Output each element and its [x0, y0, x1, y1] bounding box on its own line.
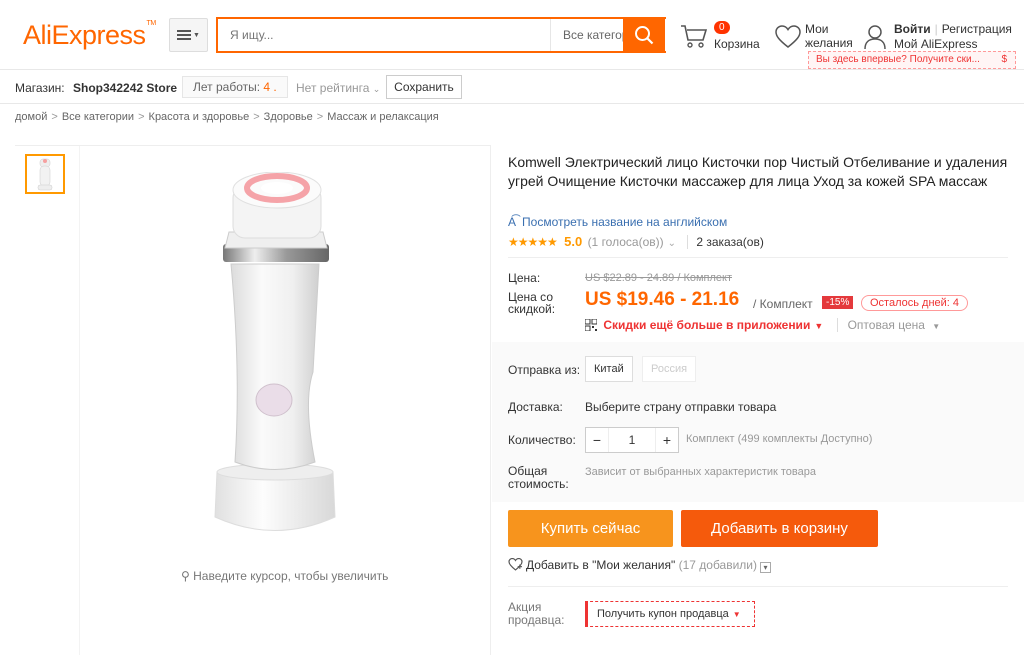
- menu-icon: [177, 30, 192, 40]
- breadcrumb: домой > Все категории > Красота и здоровье > З…: [15, 111, 439, 123]
- product-thumbnail-image: [37, 158, 53, 191]
- chevron-down-icon: ▼: [193, 31, 200, 39]
- zoom-icon: ⚲: [181, 569, 190, 583]
- search-bar: Все категории⌄: [216, 17, 666, 53]
- wishlist-label-line1: Мои: [805, 22, 829, 36]
- delivery-value: Выберите страну отправки товара: [585, 400, 777, 414]
- app-deal-link[interactable]: Скидки ещё больше в приложении: [603, 318, 810, 332]
- qr-code-icon: [584, 318, 598, 332]
- quantity-decrease-button[interactable]: −: [586, 428, 608, 452]
- discount-badge: -15%: [822, 296, 854, 309]
- total-price-label: Общая стоимость:: [508, 464, 569, 491]
- categories-menu-button[interactable]: ▼: [169, 18, 208, 52]
- breadcrumb-health[interactable]: Здоровье: [264, 111, 313, 123]
- register-link[interactable]: Регистрация: [942, 22, 1012, 36]
- wholesale-price-link[interactable]: Оптовая цена ▼: [836, 318, 941, 332]
- get-seller-coupon-button[interactable]: Получить купон продавца ▼: [585, 601, 755, 627]
- wishlist-label-line2: желания: [805, 36, 853, 50]
- orders-count: 2 заказа(ов): [687, 235, 764, 249]
- chevron-down-icon[interactable]: ▾: [760, 562, 771, 573]
- product-details: Komwell Электрический лицо Кисточки пор …: [492, 145, 1024, 655]
- cart-label: Корзина: [714, 37, 760, 51]
- product-thumbnail[interactable]: [25, 154, 65, 194]
- rating-votes-link[interactable]: (1 голоса(ов)): [588, 235, 664, 249]
- app-deal-row: Скидки ещё больше в приложении ▼ Оптовая …: [584, 318, 941, 332]
- add-to-wishlist-row: Добавить в "Мои желания" (17 добавили) ▾: [508, 557, 771, 574]
- my-aliexpress-link[interactable]: Мой AliExpress: [894, 37, 978, 51]
- chevron-down-icon: ▼: [732, 610, 741, 619]
- store-years-badge: Лет работы: 4 .: [182, 76, 288, 98]
- heart-icon: [508, 557, 523, 574]
- price-label: Цена:: [508, 271, 541, 285]
- add-to-wishlist-link[interactable]: Добавить в "Мои желания": [526, 558, 675, 572]
- add-to-cart-button[interactable]: Добавить в корзину: [681, 510, 878, 547]
- account-area: Войти | Регистрация Мой AliExpress: [863, 22, 1023, 52]
- delivery-label: Доставка:: [508, 400, 563, 414]
- days-left-badge: Осталось дней: 4: [861, 295, 969, 311]
- wishlist-count: (17 добавили): [678, 558, 757, 572]
- breadcrumb-beauty-health[interactable]: Красота и здоровье: [149, 111, 250, 123]
- divider: [508, 257, 1008, 258]
- discount-price-label: Цена со скидкой:: [508, 290, 556, 316]
- discount-price: US $19.46 - 21.16: [585, 289, 740, 310]
- stock-info: Комплект (499 комплекты Доступно): [686, 433, 873, 445]
- original-price: US $22.89 - 24.89 / Комплект: [585, 272, 733, 284]
- translate-title-link[interactable]: A͡ Посмотреть название на английском: [508, 215, 727, 229]
- store-label: Магазин:: [15, 81, 65, 95]
- search-icon: [635, 26, 654, 45]
- product-main-image[interactable]: [195, 172, 355, 552]
- product-gallery: ⚲ Наведите курсор, чтобы увеличить: [15, 145, 491, 655]
- rating-row: ★★★★★ 5.0 (1 голоса(ов)) ⌄ 2 заказа(ов): [508, 234, 764, 249]
- chevron-down-icon: ▼: [814, 321, 824, 331]
- heart-icon: [775, 25, 801, 48]
- chevron-down-icon: ⌄: [667, 238, 677, 249]
- chevron-down-icon: ⌄: [372, 84, 381, 94]
- breadcrumb-massage[interactable]: Массаж и релаксация: [327, 111, 439, 123]
- quantity-input[interactable]: 1: [608, 428, 656, 452]
- breadcrumb-home[interactable]: домой: [15, 111, 47, 123]
- star-rating: ★★★★★: [508, 235, 558, 249]
- product-title: Komwell Электрический лицо Кисточки пор …: [508, 154, 1008, 189]
- chevron-down-icon: ▼: [932, 322, 941, 331]
- seller-promo-label: Акция продавца:: [508, 600, 565, 627]
- new-user-promo-tip[interactable]: Вы здесь впервые? Получите ски... $: [808, 51, 1016, 69]
- quantity-label: Количество:: [508, 433, 576, 447]
- ship-from-option-china[interactable]: Китай: [585, 356, 633, 382]
- rating-score: 5.0: [564, 234, 583, 249]
- ship-from-label: Отправка из:: [508, 363, 581, 377]
- zoom-hint: ⚲ Наведите курсор, чтобы увеличить: [181, 569, 389, 583]
- dollar-icon: $: [1001, 54, 1007, 65]
- search-button[interactable]: [623, 17, 665, 53]
- price-unit: / Комплект: [753, 297, 813, 311]
- save-store-button[interactable]: Сохранить: [386, 75, 462, 99]
- ship-from-option-russia[interactable]: Россия: [642, 356, 697, 382]
- translate-icon: A͡: [508, 215, 517, 229]
- aliexpress-logo[interactable]: AliExpressTM: [23, 20, 156, 51]
- user-icon: [864, 25, 886, 50]
- search-input[interactable]: [218, 19, 550, 51]
- total-price-value: Зависит от выбранных характеристик товар…: [585, 466, 816, 478]
- quantity-increase-button[interactable]: +: [656, 428, 678, 452]
- site-header: AliExpressTM ▼ Все категории⌄ 0 Корзина …: [0, 0, 1024, 70]
- signin-link[interactable]: Войти: [894, 22, 931, 36]
- cart-link[interactable]: 0 Корзина: [680, 20, 770, 52]
- divider: [508, 586, 1008, 587]
- cart-icon: [681, 25, 708, 48]
- cart-count-badge: 0: [714, 21, 730, 34]
- breadcrumb-all-categories[interactable]: Все категории: [62, 111, 134, 123]
- store-name-link[interactable]: Shop342242 Store: [73, 81, 177, 95]
- quantity-stepper: − 1 +: [585, 427, 679, 453]
- buy-now-button[interactable]: Купить сейчас: [508, 510, 673, 547]
- store-bar: Магазин: Shop342242 Store Лет работы: 4 …: [0, 70, 1024, 104]
- wishlist-link[interactable]: Мои желания: [775, 22, 855, 52]
- store-rating-dropdown[interactable]: Нет рейтинга ⌄: [296, 81, 380, 95]
